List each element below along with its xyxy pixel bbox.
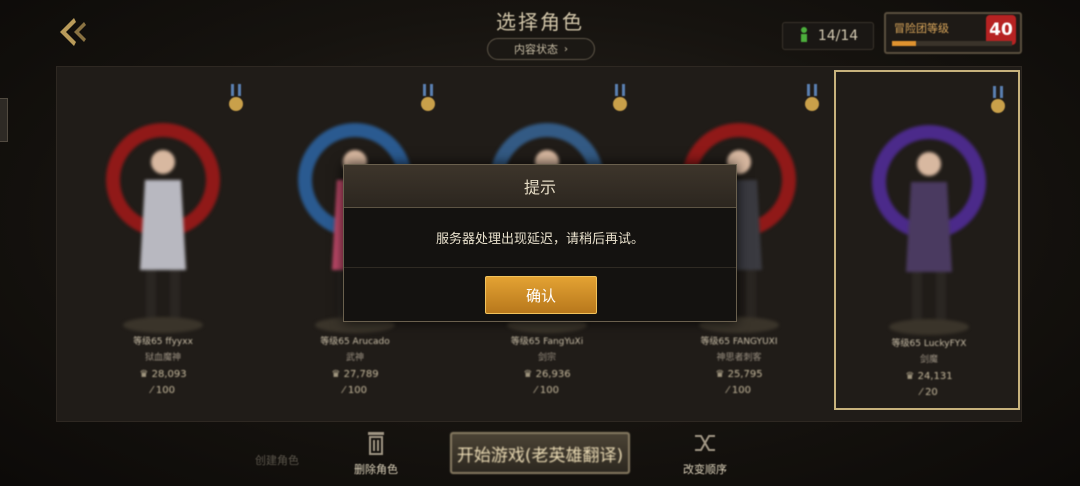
character-class: 剑魔	[919, 355, 938, 365]
character-fatigue-value: 100	[155, 385, 175, 396]
adventure-level-fill	[892, 41, 916, 46]
character-name: 等级65 FANGYUXI	[700, 337, 778, 347]
character-name: 等级65 ffyyxx	[133, 337, 193, 347]
character-fatigue-value: 100	[347, 385, 367, 396]
delete-character-button[interactable]: 删除角色	[331, 430, 421, 477]
character-info: 等级65 FANGYUXI 神思者刺客 ♛ 25,795 ⁄ 100	[646, 336, 832, 397]
character-class: 武神	[345, 353, 364, 363]
delete-character-label: 删除角色	[354, 463, 398, 476]
reorder-button[interactable]: 改变顺序	[660, 430, 750, 477]
character-fatigue: ⁄ 20	[920, 387, 938, 398]
character-power-value: 27,789	[343, 369, 379, 380]
create-character-label: 创建角色	[255, 454, 299, 467]
character-portrait	[836, 102, 1022, 342]
back-arrow-icon[interactable]	[54, 14, 94, 50]
character-class: 狱血魔神	[144, 353, 181, 363]
character-name: 等级65 FangYuXi	[510, 337, 584, 347]
confirm-button[interactable]: 确认	[485, 276, 597, 314]
character-class: 剑宗	[537, 353, 556, 363]
shuffle-icon	[660, 430, 750, 459]
character-fatigue: ⁄ 100	[727, 385, 751, 396]
side-tab[interactable]	[0, 98, 8, 142]
character-power-value: 24,131	[917, 371, 953, 382]
start-game-button[interactable]: 开始游戏(老英雄翻译)	[450, 432, 630, 474]
character-power-value: 28,093	[151, 369, 187, 380]
character-power: ♛ 27,789	[331, 369, 379, 380]
person-icon	[798, 26, 810, 46]
character-info: 等级65 FangYuXi 剑宗 ♛ 26,936 ⁄ 100	[454, 336, 640, 397]
character-power: ♛ 26,936	[523, 369, 571, 380]
adventure-level-label: 冒险团等级	[894, 22, 949, 35]
create-character-button[interactable]: 创建角色	[232, 430, 322, 468]
content-status-label: 内容状态	[514, 43, 558, 56]
reorder-label: 改变顺序	[683, 463, 727, 476]
character-count: 14/14	[782, 22, 874, 50]
adventure-level-panel[interactable]: 冒险团等级 40	[884, 12, 1022, 54]
character-fatigue: ⁄ 100	[343, 385, 367, 396]
character-fatigue-value: 100	[539, 385, 559, 396]
character-power: ♛ 24,131	[905, 371, 953, 382]
character-power-value: 25,795	[727, 369, 763, 380]
character-portrait	[70, 100, 256, 340]
character-fatigue: ⁄ 100	[535, 385, 559, 396]
character-fatigue-value: 100	[731, 385, 751, 396]
character-card[interactable]: 等级65 LuckyFYX 剑魔 ♛ 24,131 ⁄ 20	[834, 70, 1020, 410]
character-name: 等级65 Arucado	[320, 337, 390, 347]
dialog-message: 服务器处理出现延迟，请稍后再试。	[344, 208, 736, 268]
character-name: 等级65 LuckyFYX	[891, 339, 967, 349]
character-fatigue-value: 20	[925, 387, 938, 398]
character-count-value: 14/14	[817, 28, 859, 44]
page-title: 选择角色	[496, 10, 584, 34]
character-fatigue: ⁄ 100	[151, 385, 175, 396]
content-status-button[interactable]: 内容状态 ›	[487, 38, 595, 60]
character-class: 神思者刺客	[716, 353, 762, 363]
create-character-icon	[232, 430, 322, 450]
dialog-title: 提示	[344, 165, 736, 208]
character-power: ♛ 28,093	[139, 369, 187, 380]
character-power: ♛ 25,795	[715, 369, 763, 380]
chevron-right-icon: ›	[564, 43, 568, 55]
character-power-value: 26,936	[535, 369, 571, 380]
character-card[interactable]: 等级65 ffyyxx 狱血魔神 ♛ 28,093 ⁄ 100	[70, 70, 256, 410]
character-info: 等级65 LuckyFYX 剑魔 ♛ 24,131 ⁄ 20	[836, 338, 1022, 399]
adventure-level-bar	[892, 41, 1012, 46]
trash-icon	[331, 430, 421, 459]
alert-dialog: 提示 服务器处理出现延迟，请稍后再试。 确认	[343, 164, 737, 322]
character-info: 等级65 Arucado 武神 ♛ 27,789 ⁄ 100	[262, 336, 448, 397]
character-info: 等级65 ffyyxx 狱血魔神 ♛ 28,093 ⁄ 100	[70, 336, 256, 397]
